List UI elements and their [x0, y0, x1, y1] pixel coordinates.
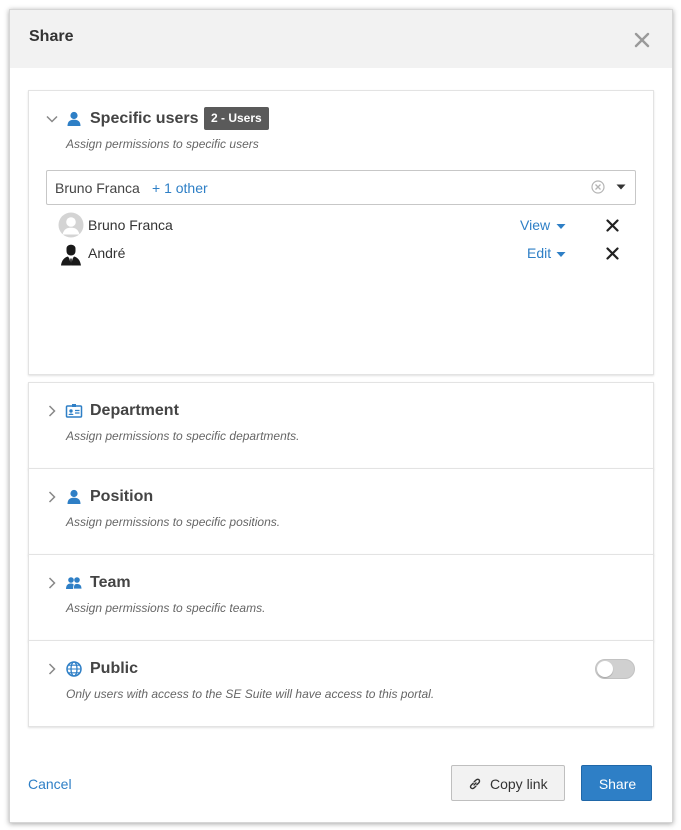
- businessman-avatar-icon: [61, 244, 81, 266]
- position-section[interactable]: Position Assign permissions to specific …: [28, 468, 654, 555]
- user-name: Bruno Franca: [88, 217, 173, 233]
- team-icon: [66, 577, 83, 590]
- copy-link-label: Copy link: [490, 776, 548, 792]
- more-users-link[interactable]: + 1 other: [152, 180, 208, 196]
- chevron-down-icon[interactable]: [45, 112, 59, 126]
- selected-user-chip: Bruno Franca: [55, 180, 140, 196]
- remove-user-icon[interactable]: [606, 219, 619, 232]
- dropdown-caret-icon[interactable]: [616, 183, 626, 191]
- section-description: Assign permissions to specific positions…: [66, 515, 281, 529]
- close-icon[interactable]: [632, 30, 652, 50]
- section-title: Position: [90, 488, 154, 505]
- department-section[interactable]: Department Assign permissions to specifi…: [28, 382, 654, 469]
- team-section[interactable]: Team Assign permissions to specific team…: [28, 554, 654, 641]
- specific-users-section: Specific users 2 - Users Assign permissi…: [28, 90, 654, 375]
- section-title: Team: [90, 574, 131, 591]
- chevron-right-icon[interactable]: [45, 404, 59, 418]
- chevron-right-icon[interactable]: [45, 662, 59, 676]
- users-select[interactable]: Bruno Franca + 1 other: [46, 170, 636, 205]
- share-dialog: Share Specific users 2 - Users Assign pe…: [9, 9, 673, 823]
- dialog-header: Share: [10, 10, 672, 68]
- clear-selection-icon[interactable]: [591, 180, 605, 194]
- share-button[interactable]: Share: [581, 765, 652, 801]
- caret-down-icon[interactable]: [556, 223, 566, 230]
- public-section[interactable]: Public Only users with access to the SE …: [28, 640, 654, 727]
- section-description: Assign permissions to specific users: [66, 137, 259, 151]
- section-description: Only users with access to the SE Suite w…: [66, 687, 435, 701]
- section-title: Department: [90, 402, 179, 419]
- users-count-badge: 2 - Users: [204, 107, 269, 130]
- link-icon: [469, 778, 481, 790]
- permission-dropdown[interactable]: Edit: [527, 245, 551, 261]
- chevron-right-icon[interactable]: [45, 490, 59, 504]
- default-avatar-icon: [58, 212, 84, 238]
- dialog-body: Specific users 2 - Users Assign permissi…: [10, 68, 672, 728]
- globe-icon: [66, 661, 82, 677]
- public-toggle[interactable]: [595, 659, 635, 679]
- share-label: Share: [598, 776, 637, 792]
- copy-link-button[interactable]: Copy link: [451, 765, 565, 801]
- user-icon: [67, 489, 81, 504]
- remove-user-icon[interactable]: [606, 247, 619, 260]
- department-badge-icon: [65, 404, 83, 418]
- chevron-right-icon[interactable]: [45, 576, 59, 590]
- dialog-footer: Cancel Copy link Share: [10, 728, 672, 822]
- section-title: Public: [90, 660, 139, 677]
- user-row: Bruno Franca View: [58, 212, 628, 240]
- section-description: Assign permissions to specific departmen…: [66, 429, 300, 443]
- section-description: Assign permissions to specific teams.: [66, 601, 266, 615]
- permission-dropdown[interactable]: View: [520, 217, 550, 233]
- toggle-knob: [597, 661, 613, 677]
- section-title: Specific users: [90, 110, 199, 127]
- user-icon: [67, 111, 81, 126]
- caret-down-icon[interactable]: [556, 251, 566, 258]
- cancel-button[interactable]: Cancel: [28, 776, 72, 792]
- user-name: André: [88, 245, 126, 261]
- user-row: André Edit: [58, 240, 628, 268]
- dialog-title: Share: [29, 28, 74, 45]
